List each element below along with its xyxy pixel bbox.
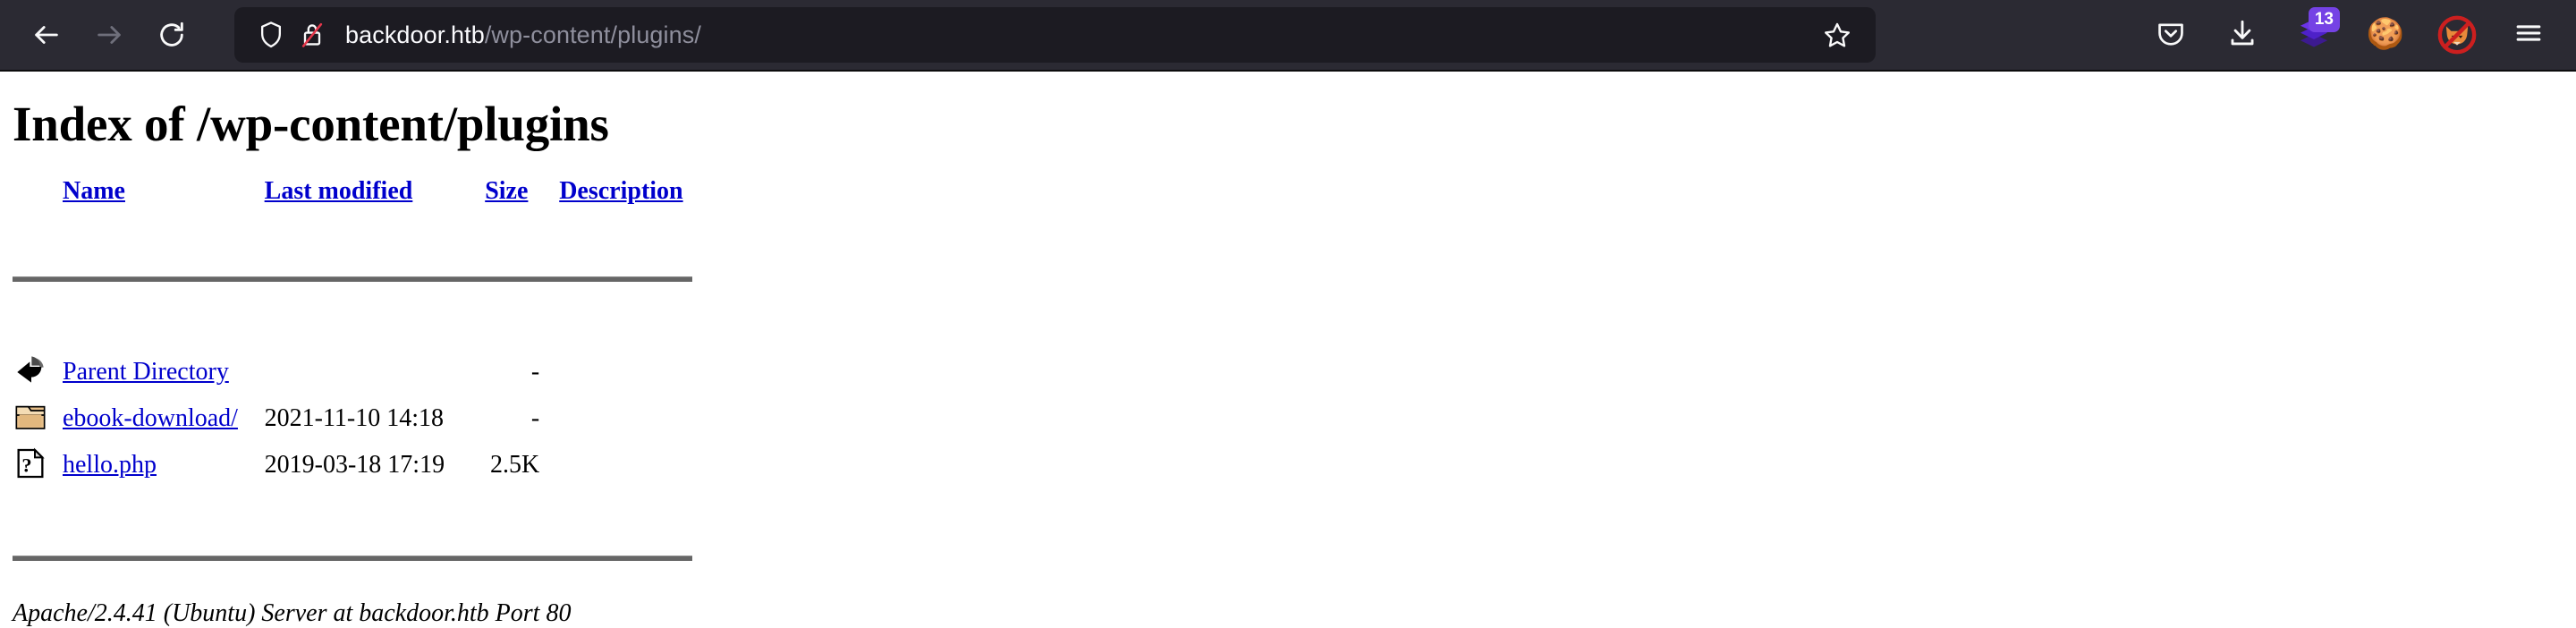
header-size[interactable]: Size [485,177,559,209]
reload-button[interactable] [145,8,199,62]
url-bar[interactable]: backdoor.htb/wp-content/plugins/ [234,7,1876,63]
row-desc-cell [559,442,692,488]
bottom-gap-row [13,488,692,535]
row-desc-cell [559,349,692,395]
parent-directory-icon [13,352,52,392]
pocket-button[interactable] [2143,7,2199,63]
sort-by-lastmodified-link[interactable]: Last modified [265,177,413,205]
header-description[interactable]: Description [559,177,692,209]
back-button[interactable] [20,8,73,62]
downloads-button[interactable] [2215,7,2270,63]
bottom-rule-cell [13,535,692,581]
extension-nofox-button[interactable] [2429,7,2485,63]
folder-icon [13,399,52,438]
rule-gap-cell [13,302,692,349]
apache-directory-index: Index of /wp-content/plugins Name Last m… [0,96,2576,628]
table-row[interactable]: ? hello.php 2019-03-18 17:19 2.5K [13,442,692,488]
bottom-gap-cell [13,488,692,535]
navigation-buttons [20,8,199,62]
row-name-cell[interactable]: hello.php [63,442,265,488]
back-arrow-icon [31,20,62,50]
row-mtime-cell [265,349,486,395]
header-name[interactable]: Name [63,177,265,209]
svg-text:?: ? [21,454,31,476]
header-icon-column [13,177,63,209]
app-menu-button[interactable] [2501,7,2556,63]
shield-icon[interactable] [250,14,292,55]
row-name-cell[interactable]: ebook-download/ [63,395,265,442]
row-size-cell: - [530,404,540,432]
table-row[interactable]: Parent Directory - [13,349,692,395]
sort-by-description-link[interactable]: Description [559,177,682,205]
row-name-cell[interactable]: Parent Directory [63,349,265,395]
directory-listing-table: Name Last modified Size Description Pare… [13,177,692,581]
row-icon-cell [13,349,63,395]
url-host: backdoor.htb [345,21,485,48]
url-text[interactable]: backdoor.htb/wp-content/plugins/ [345,21,1813,49]
server-signature: Apache/2.4.41 (Ubuntu) Server at backdoo… [13,599,572,627]
unknown-file-icon: ? [13,446,52,485]
extension-layers-button[interactable]: 13 [2286,7,2342,63]
header-spacer-cell [13,209,692,256]
header-last-modified[interactable]: Last modified [265,177,486,209]
table-row[interactable]: ebook-download/ 2021-11-10 14:18 - [13,395,692,442]
row-size-cell: - [530,358,540,386]
cookie-icon: 🍪 [2366,18,2405,51]
row-icon-cell [13,395,63,442]
top-rule-row [13,256,692,302]
horizontal-rule-top [13,276,692,282]
sort-by-size-link[interactable]: Size [485,177,528,205]
forward-button[interactable] [82,8,136,62]
toolbar-right-actions: 13 🍪 [2122,7,2556,63]
extension-cookie-button[interactable]: 🍪 [2358,7,2413,63]
row-size-cell: 2.5K [489,451,540,479]
bottom-rule-row [13,535,692,581]
page-title: Index of /wp-content/plugins [13,97,609,151]
insecure-lock-icon[interactable] [292,14,333,55]
sort-by-name-link[interactable]: Name [63,177,125,205]
rule-gap-row [13,302,692,349]
browser-toolbar: backdoor.htb/wp-content/plugins/ 13 🍪 [0,0,2576,72]
row-mtime-cell: 2019-03-18 17:19 [264,451,445,479]
top-rule-cell [13,256,692,302]
url-path: /wp-content/plugins/ [484,21,701,48]
download-icon [2227,18,2258,53]
reload-icon [157,20,187,50]
extension-badge-count: 13 [2308,7,2340,32]
link-parent-directory[interactable]: Parent Directory [63,358,229,386]
link-ebook-download[interactable]: ebook-download/ [63,404,238,432]
row-mtime-cell: 2021-11-10 14:18 [264,404,445,432]
table-header-row: Name Last modified Size Description [13,177,692,209]
link-hello-php[interactable]: hello.php [63,451,157,479]
bookmark-star-icon[interactable] [1813,11,1861,59]
header-spacer-row [13,209,692,256]
pocket-icon [2156,18,2186,53]
no-fox-icon [2436,14,2478,55]
horizontal-rule-bottom [13,556,692,561]
row-desc-cell [559,395,692,442]
hamburger-menu-icon [2513,18,2544,53]
forward-arrow-icon [94,20,124,50]
row-icon-cell: ? [13,442,63,488]
